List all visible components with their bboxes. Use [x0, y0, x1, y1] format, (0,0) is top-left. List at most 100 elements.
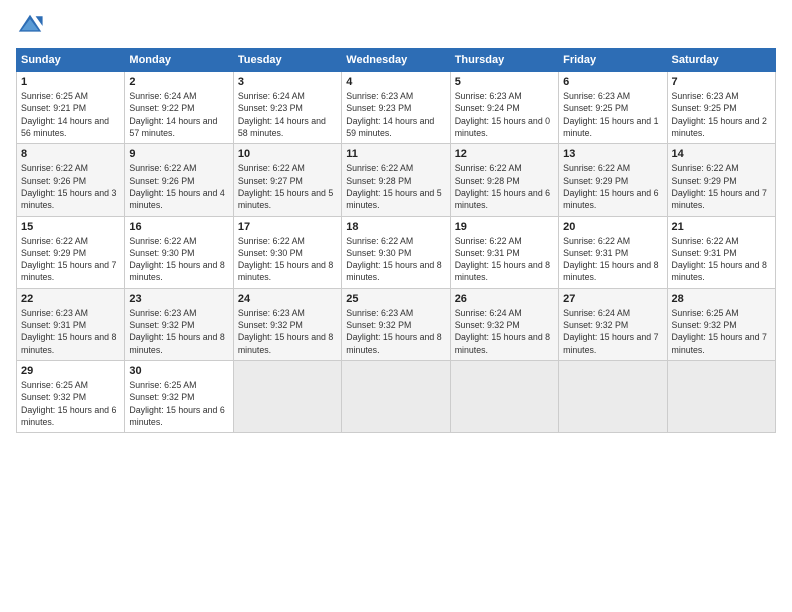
day-number: 22 — [21, 293, 120, 305]
day-number: 14 — [672, 148, 771, 160]
day-info: Sunrise: 6:22 AM Sunset: 9:31 PM Dayligh… — [672, 235, 771, 284]
day-info: Sunrise: 6:23 AM Sunset: 9:32 PM Dayligh… — [346, 307, 445, 356]
calendar-cell: 22 Sunrise: 6:23 AM Sunset: 9:31 PM Dayl… — [17, 288, 125, 360]
calendar-cell: 23 Sunrise: 6:23 AM Sunset: 9:32 PM Dayl… — [125, 288, 233, 360]
calendar-cell: 4 Sunrise: 6:23 AM Sunset: 9:23 PM Dayli… — [342, 72, 450, 144]
weekday-header-wednesday: Wednesday — [342, 49, 450, 72]
weekday-header-friday: Friday — [559, 49, 667, 72]
calendar-cell: 14 Sunrise: 6:22 AM Sunset: 9:29 PM Dayl… — [667, 144, 775, 216]
day-number: 16 — [129, 221, 228, 233]
day-info: Sunrise: 6:23 AM Sunset: 9:24 PM Dayligh… — [455, 90, 554, 139]
day-info: Sunrise: 6:23 AM Sunset: 9:32 PM Dayligh… — [129, 307, 228, 356]
day-info: Sunrise: 6:22 AM Sunset: 9:29 PM Dayligh… — [563, 162, 662, 211]
calendar-cell: 30 Sunrise: 6:25 AM Sunset: 9:32 PM Dayl… — [125, 361, 233, 433]
calendar-cell: 24 Sunrise: 6:23 AM Sunset: 9:32 PM Dayl… — [233, 288, 341, 360]
calendar-cell: 17 Sunrise: 6:22 AM Sunset: 9:30 PM Dayl… — [233, 216, 341, 288]
day-info: Sunrise: 6:23 AM Sunset: 9:25 PM Dayligh… — [563, 90, 662, 139]
calendar-cell — [450, 361, 558, 433]
day-number: 2 — [129, 76, 228, 88]
calendar-cell: 16 Sunrise: 6:22 AM Sunset: 9:30 PM Dayl… — [125, 216, 233, 288]
calendar-table: SundayMondayTuesdayWednesdayThursdayFrid… — [16, 48, 776, 433]
day-info: Sunrise: 6:22 AM Sunset: 9:30 PM Dayligh… — [129, 235, 228, 284]
calendar-cell: 6 Sunrise: 6:23 AM Sunset: 9:25 PM Dayli… — [559, 72, 667, 144]
logo — [16, 12, 48, 40]
day-number: 21 — [672, 221, 771, 233]
calendar-cell: 21 Sunrise: 6:22 AM Sunset: 9:31 PM Dayl… — [667, 216, 775, 288]
day-info: Sunrise: 6:23 AM Sunset: 9:25 PM Dayligh… — [672, 90, 771, 139]
day-info: Sunrise: 6:23 AM Sunset: 9:23 PM Dayligh… — [346, 90, 445, 139]
day-info: Sunrise: 6:22 AM Sunset: 9:31 PM Dayligh… — [563, 235, 662, 284]
day-number: 20 — [563, 221, 662, 233]
calendar-cell: 29 Sunrise: 6:25 AM Sunset: 9:32 PM Dayl… — [17, 361, 125, 433]
day-number: 8 — [21, 148, 120, 160]
day-info: Sunrise: 6:24 AM Sunset: 9:32 PM Dayligh… — [563, 307, 662, 356]
day-number: 7 — [672, 76, 771, 88]
calendar-cell: 2 Sunrise: 6:24 AM Sunset: 9:22 PM Dayli… — [125, 72, 233, 144]
day-number: 27 — [563, 293, 662, 305]
day-info: Sunrise: 6:22 AM Sunset: 9:26 PM Dayligh… — [129, 162, 228, 211]
calendar-cell: 28 Sunrise: 6:25 AM Sunset: 9:32 PM Dayl… — [667, 288, 775, 360]
calendar-cell: 5 Sunrise: 6:23 AM Sunset: 9:24 PM Dayli… — [450, 72, 558, 144]
page: SundayMondayTuesdayWednesdayThursdayFrid… — [0, 0, 792, 612]
day-info: Sunrise: 6:22 AM Sunset: 9:31 PM Dayligh… — [455, 235, 554, 284]
day-number: 1 — [21, 76, 120, 88]
day-info: Sunrise: 6:24 AM Sunset: 9:32 PM Dayligh… — [455, 307, 554, 356]
day-info: Sunrise: 6:22 AM Sunset: 9:30 PM Dayligh… — [346, 235, 445, 284]
day-info: Sunrise: 6:22 AM Sunset: 9:26 PM Dayligh… — [21, 162, 120, 211]
calendar-cell: 9 Sunrise: 6:22 AM Sunset: 9:26 PM Dayli… — [125, 144, 233, 216]
day-number: 11 — [346, 148, 445, 160]
calendar-cell: 26 Sunrise: 6:24 AM Sunset: 9:32 PM Dayl… — [450, 288, 558, 360]
day-number: 4 — [346, 76, 445, 88]
calendar-cell: 15 Sunrise: 6:22 AM Sunset: 9:29 PM Dayl… — [17, 216, 125, 288]
day-number: 6 — [563, 76, 662, 88]
calendar-cell: 25 Sunrise: 6:23 AM Sunset: 9:32 PM Dayl… — [342, 288, 450, 360]
calendar-cell — [667, 361, 775, 433]
day-number: 24 — [238, 293, 337, 305]
day-number: 19 — [455, 221, 554, 233]
day-number: 5 — [455, 76, 554, 88]
calendar-cell: 19 Sunrise: 6:22 AM Sunset: 9:31 PM Dayl… — [450, 216, 558, 288]
day-number: 10 — [238, 148, 337, 160]
calendar-cell: 1 Sunrise: 6:25 AM Sunset: 9:21 PM Dayli… — [17, 72, 125, 144]
day-info: Sunrise: 6:24 AM Sunset: 9:22 PM Dayligh… — [129, 90, 228, 139]
calendar-cell: 10 Sunrise: 6:22 AM Sunset: 9:27 PM Dayl… — [233, 144, 341, 216]
calendar-cell: 11 Sunrise: 6:22 AM Sunset: 9:28 PM Dayl… — [342, 144, 450, 216]
weekday-header-monday: Monday — [125, 49, 233, 72]
day-number: 28 — [672, 293, 771, 305]
calendar-cell: 20 Sunrise: 6:22 AM Sunset: 9:31 PM Dayl… — [559, 216, 667, 288]
calendar-cell: 18 Sunrise: 6:22 AM Sunset: 9:30 PM Dayl… — [342, 216, 450, 288]
weekday-header-sunday: Sunday — [17, 49, 125, 72]
calendar-cell — [342, 361, 450, 433]
logo-icon — [16, 12, 44, 40]
day-number: 3 — [238, 76, 337, 88]
day-number: 29 — [21, 365, 120, 377]
day-number: 26 — [455, 293, 554, 305]
calendar-cell — [233, 361, 341, 433]
day-number: 23 — [129, 293, 228, 305]
day-number: 18 — [346, 221, 445, 233]
calendar-cell: 13 Sunrise: 6:22 AM Sunset: 9:29 PM Dayl… — [559, 144, 667, 216]
day-info: Sunrise: 6:25 AM Sunset: 9:32 PM Dayligh… — [21, 379, 120, 428]
day-number: 17 — [238, 221, 337, 233]
calendar-cell — [559, 361, 667, 433]
day-number: 25 — [346, 293, 445, 305]
day-number: 12 — [455, 148, 554, 160]
weekday-header-thursday: Thursday — [450, 49, 558, 72]
day-info: Sunrise: 6:25 AM Sunset: 9:32 PM Dayligh… — [672, 307, 771, 356]
header — [16, 12, 776, 40]
calendar-cell: 7 Sunrise: 6:23 AM Sunset: 9:25 PM Dayli… — [667, 72, 775, 144]
calendar-cell: 8 Sunrise: 6:22 AM Sunset: 9:26 PM Dayli… — [17, 144, 125, 216]
day-number: 9 — [129, 148, 228, 160]
day-number: 15 — [21, 221, 120, 233]
day-info: Sunrise: 6:25 AM Sunset: 9:21 PM Dayligh… — [21, 90, 120, 139]
day-info: Sunrise: 6:22 AM Sunset: 9:28 PM Dayligh… — [455, 162, 554, 211]
day-info: Sunrise: 6:22 AM Sunset: 9:30 PM Dayligh… — [238, 235, 337, 284]
day-info: Sunrise: 6:22 AM Sunset: 9:29 PM Dayligh… — [672, 162, 771, 211]
calendar-cell: 27 Sunrise: 6:24 AM Sunset: 9:32 PM Dayl… — [559, 288, 667, 360]
day-info: Sunrise: 6:22 AM Sunset: 9:28 PM Dayligh… — [346, 162, 445, 211]
weekday-header-tuesday: Tuesday — [233, 49, 341, 72]
day-info: Sunrise: 6:22 AM Sunset: 9:29 PM Dayligh… — [21, 235, 120, 284]
day-info: Sunrise: 6:23 AM Sunset: 9:31 PM Dayligh… — [21, 307, 120, 356]
day-number: 30 — [129, 365, 228, 377]
day-info: Sunrise: 6:25 AM Sunset: 9:32 PM Dayligh… — [129, 379, 228, 428]
